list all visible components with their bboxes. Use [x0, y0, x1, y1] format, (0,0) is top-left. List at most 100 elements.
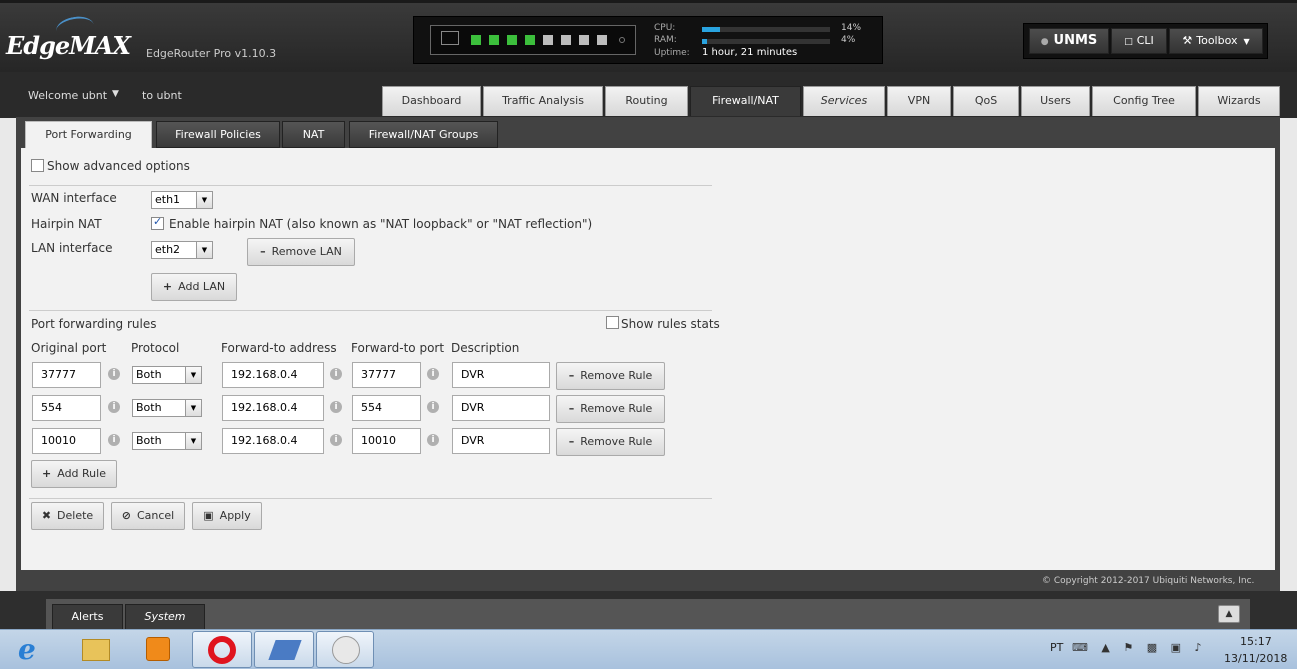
hairpin-nat-checkbox[interactable] [151, 215, 164, 230]
tab-services[interactable]: Services [803, 86, 885, 116]
tab-qos[interactable]: QoS [953, 86, 1019, 116]
info-icon[interactable]: i [330, 401, 342, 413]
wan-interface-select[interactable]: eth1 ▼ [151, 191, 213, 209]
original-port-input[interactable]: 37777 [32, 362, 101, 388]
delete-label: Delete [57, 509, 94, 522]
internet-explorer-icon[interactable]: e [4, 631, 64, 668]
original-port-input[interactable]: 554 [32, 395, 101, 421]
cpu-bar [702, 27, 830, 32]
tab-vpn[interactable]: VPN [887, 86, 951, 116]
clock-date[interactable]: 13/11/2018 [1224, 652, 1287, 665]
volume-icon[interactable]: ♪ [1195, 641, 1207, 654]
description-input[interactable]: DVR [452, 395, 550, 421]
info-icon[interactable]: i [427, 434, 439, 446]
tab-wizards[interactable]: Wizards [1198, 86, 1280, 116]
subtab-firewall-policies[interactable]: Firewall Policies [156, 121, 280, 148]
hairpin-nat-text: Enable hairpin NAT (also known as "NAT l… [169, 217, 593, 231]
port-led [489, 35, 499, 45]
lan-interface-value: eth2 [155, 243, 181, 256]
network-icon[interactable]: ▣ [1171, 641, 1186, 654]
chevron-down-icon[interactable]: ▼ [112, 89, 119, 99]
tab-firewall-nat[interactable]: Firewall/NAT [690, 86, 801, 116]
info-icon[interactable]: i [330, 368, 342, 380]
device-icon[interactable]: ▩ [1147, 641, 1162, 654]
protocol-select[interactable]: Both ▼ [132, 366, 202, 384]
protocol-value: Both [136, 434, 162, 447]
chevron-down-icon: ▼ [185, 433, 201, 449]
chevron-down-icon: ▼ [1243, 37, 1250, 46]
column-forward-to-port: Forward-to port [351, 341, 445, 355]
remove-rule-label: Remove Rule [580, 435, 653, 448]
lan-interface-select[interactable]: eth2 ▼ [151, 241, 213, 259]
chevron-down-icon: ▼ [185, 367, 201, 383]
file-explorer-icon[interactable] [66, 631, 126, 668]
tab-config-tree[interactable]: Config Tree [1092, 86, 1196, 116]
clock-time[interactable]: 15:17 [1240, 635, 1272, 648]
info-icon[interactable]: i [427, 401, 439, 413]
port-led [525, 35, 535, 45]
copyright-text: © Copyright 2012-2017 Ubiquiti Networks,… [1042, 576, 1255, 586]
forward-to-address-input[interactable]: 192.168.0.4 [222, 395, 324, 421]
remove-lan-label: Remove LAN [271, 245, 342, 258]
chevron-down-icon: ▼ [196, 242, 212, 258]
description-input[interactable]: DVR [452, 362, 550, 388]
unms-button[interactable]: ● UNMS [1029, 28, 1109, 54]
protocol-select[interactable]: Both ▼ [132, 432, 202, 450]
opera-browser-icon[interactable] [192, 631, 252, 668]
forward-to-port-input[interactable]: 10010 [352, 428, 421, 454]
add-lan-button[interactable]: + Add LAN [151, 273, 237, 301]
cancel-button[interactable]: ⊘ Cancel [111, 502, 185, 530]
info-icon[interactable]: i [427, 368, 439, 380]
add-rule-button[interactable]: + Add Rule [31, 460, 117, 488]
minus-icon: – [568, 369, 575, 382]
cli-button[interactable]: □ CLI [1111, 28, 1167, 54]
protocol-select[interactable]: Both ▼ [132, 399, 202, 417]
info-icon[interactable]: i [330, 434, 342, 446]
chevron-up-icon[interactable]: ▲ [1101, 641, 1114, 654]
show-rules-stats-checkbox[interactable] [606, 316, 619, 329]
tab-dashboard[interactable]: Dashboard [382, 86, 481, 116]
remove-rule-button[interactable]: – Remove Rule [556, 362, 665, 390]
subtab-port-forwarding[interactable]: Port Forwarding [25, 121, 152, 149]
info-icon[interactable]: i [108, 401, 120, 413]
ram-label: RAM: [654, 35, 677, 45]
tab-routing[interactable]: Routing [605, 86, 688, 116]
media-player-icon[interactable] [128, 631, 188, 668]
delete-button[interactable]: ✖ Delete [31, 502, 104, 530]
info-icon[interactable]: i [108, 434, 120, 446]
cancel-label: Cancel [136, 509, 175, 522]
forward-to-port-input[interactable]: 37777 [352, 362, 421, 388]
original-port-input[interactable]: 10010 [32, 428, 101, 454]
toolbox-button[interactable]: ⚒ Toolbox ▼ [1169, 28, 1263, 54]
forward-to-address-input[interactable]: 192.168.0.4 [222, 428, 324, 454]
apply-button[interactable]: ▣ Apply [192, 502, 262, 530]
subtab-firewall-nat-groups[interactable]: Firewall/NAT Groups [349, 121, 498, 148]
welcome-user-menu[interactable]: Welcome ubnt [28, 89, 107, 102]
system-tray: ⌨ ▲ ⚑ ▩ ▣ ♪ [1072, 641, 1207, 654]
remove-lan-button[interactable]: – Remove LAN [247, 238, 355, 266]
forward-to-port-input[interactable]: 554 [352, 395, 421, 421]
keyboard-icon[interactable]: ⌨ [1072, 641, 1093, 654]
action-center-icon[interactable]: ⚑ [1123, 641, 1138, 654]
disc-app-icon[interactable] [316, 631, 374, 668]
remove-rule-button[interactable]: – Remove Rule [556, 395, 665, 423]
tab-traffic-analysis[interactable]: Traffic Analysis [483, 86, 603, 116]
info-icon[interactable]: i [108, 368, 120, 380]
collapse-panel-button[interactable]: ▲ [1218, 605, 1240, 623]
cpu-bar-fill [702, 27, 720, 32]
show-advanced-checkbox[interactable] [31, 159, 44, 172]
port-led [471, 35, 481, 45]
subtab-nat[interactable]: NAT [282, 121, 345, 148]
tab-alerts[interactable]: Alerts [52, 604, 123, 630]
description-input[interactable]: DVR [452, 428, 550, 454]
scanner-app-icon[interactable] [254, 631, 314, 668]
divider [29, 310, 712, 311]
language-indicator[interactable]: PT [1050, 641, 1063, 654]
forward-to-address-input[interactable]: 192.168.0.4 [222, 362, 324, 388]
cli-label: CLI [1136, 34, 1154, 47]
tab-users[interactable]: Users [1021, 86, 1090, 116]
tab-system[interactable]: System [125, 604, 205, 630]
remove-rule-button[interactable]: – Remove Rule [556, 428, 665, 456]
router-model: EdgeRouter Pro v1.10.3 [146, 47, 277, 60]
wan-interface-label: WAN interface [31, 191, 117, 205]
